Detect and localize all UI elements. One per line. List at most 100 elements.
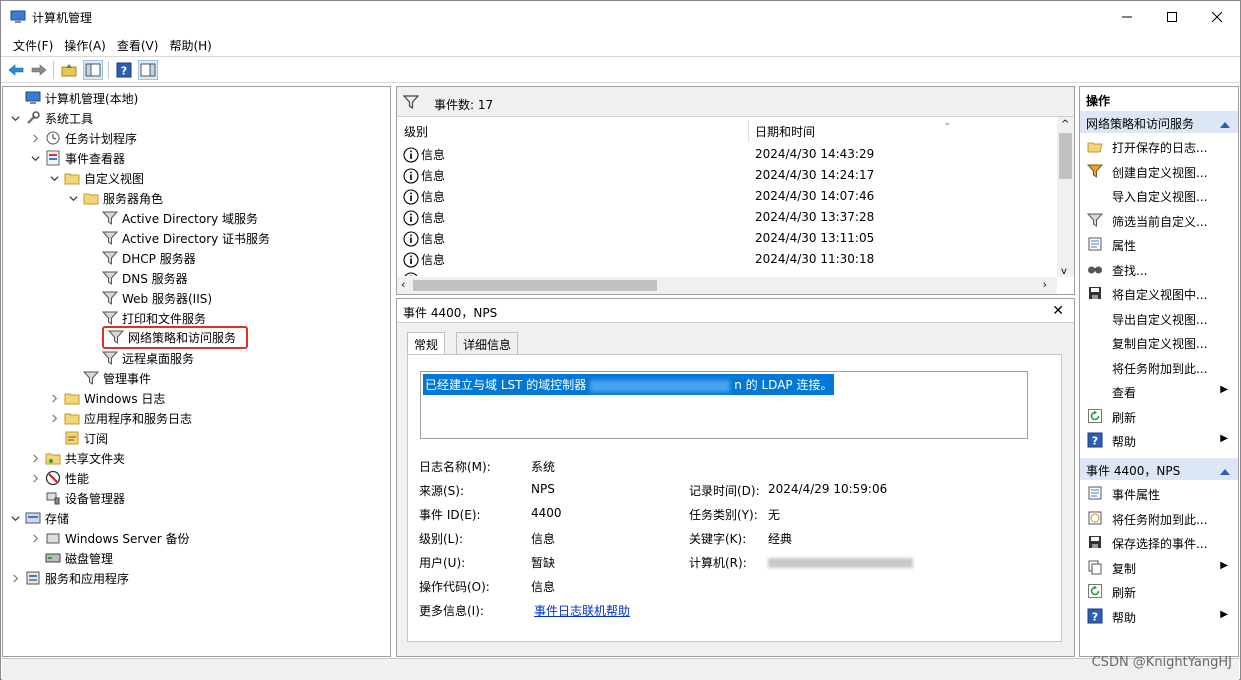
vertical-scrollbar[interactable]: ^ v (1057, 117, 1074, 277)
submenu-arrow-icon: ▶ (1220, 559, 1228, 571)
chevron-right-icon[interactable] (48, 392, 60, 404)
action-item[interactable]: 创建自定义视图... (1080, 159, 1238, 183)
action-item[interactable]: 复制 ▶ (1080, 555, 1238, 579)
chevron-down-icon[interactable] (9, 112, 21, 124)
console-tree[interactable]: 计算机管理(本地) 系统工具 任务计划程序 事件查看器 自定义视图 服务器角色 Active… (2, 86, 391, 657)
filter-icon (102, 270, 118, 286)
show-hide-console-tree-button[interactable] (83, 60, 103, 80)
tree-item[interactable]: 服务和应用程序 (9, 568, 129, 588)
services-icon (25, 570, 41, 586)
actions-section-nps[interactable]: 网络策略和访问服务 (1080, 111, 1238, 133)
tree-item[interactable]: Windows Server 备份 (29, 528, 190, 548)
event-level-text: 信息 (421, 169, 446, 183)
horizontal-scrollbar[interactable]: ‹ › (397, 277, 1057, 294)
tab-general[interactable]: 常规 (407, 332, 446, 356)
scroll-up-icon[interactable]: ^ (1061, 119, 1069, 130)
horizontal-scroll-thumb[interactable] (413, 280, 657, 291)
tree-item[interactable]: 订阅 (48, 428, 108, 448)
chevron-down-icon[interactable] (48, 172, 60, 184)
menu-action[interactable]: 操作(A) (59, 33, 112, 55)
event-row[interactable]: 信息 2024/4/30 14:24:17 (397, 165, 1057, 186)
tree-item[interactable]: 任务计划程序 (29, 128, 137, 148)
help-toolbar-button[interactable]: ? (114, 60, 134, 80)
chevron-right-icon[interactable] (29, 452, 41, 464)
minimize-button[interactable] (1104, 1, 1150, 33)
tree-item[interactable]: 管理事件 (67, 368, 151, 388)
action-item[interactable]: 查看 ▶ (1080, 379, 1238, 403)
action-item[interactable]: 保存选择的事件... (1080, 530, 1238, 554)
up-one-level-button[interactable] (59, 60, 79, 80)
event-row[interactable]: 信息 2024/4/30 14:43:29 (397, 144, 1057, 165)
tree-item[interactable]: 远程桌面服务 (86, 348, 194, 368)
maximize-button[interactable] (1149, 1, 1195, 33)
tree-item[interactable]: 计算机管理(本地) (9, 88, 138, 108)
action-item[interactable]: 刷新 (1080, 579, 1238, 603)
tree-item[interactable]: Windows 日志 (48, 388, 165, 408)
forward-button[interactable] (29, 60, 49, 80)
scroll-down-icon[interactable]: v (1061, 266, 1067, 277)
chevron-down-icon[interactable] (67, 192, 79, 204)
chevron-right-icon[interactable] (29, 532, 41, 544)
tree-item[interactable]: 网络策略和访问服务 (86, 325, 249, 349)
action-item[interactable]: 将任务附加到此... (1080, 355, 1238, 379)
computer-label: 计算机(R): (689, 556, 747, 570)
tree-item[interactable]: 存储 (9, 508, 69, 528)
description-suffix: n 的 LDAP 连接。 (734, 378, 833, 392)
action-item[interactable]: 将自定义视图中... (1080, 281, 1238, 305)
scroll-left-icon[interactable]: ‹ (401, 278, 405, 291)
tree-item[interactable]: DHCP 服务器 (86, 248, 196, 268)
tree-item[interactable]: 共享文件夹 (29, 448, 125, 468)
tree-item[interactable]: 性能 (29, 468, 89, 488)
action-item[interactable]: 事件属性 (1080, 481, 1238, 505)
tree-item[interactable]: 事件查看器 (29, 148, 125, 168)
event-datetime-cell: 2024/4/30 13:37:28 (755, 210, 875, 224)
menu-file[interactable]: 文件(F) (1, 33, 59, 55)
back-button[interactable] (6, 60, 26, 80)
event-row[interactable]: 信息 2024/4/30 14:07:46 (397, 186, 1057, 207)
column-header-level[interactable]: 级别 (397, 120, 749, 142)
tree-item[interactable]: 应用程序和服务日志 (48, 408, 192, 428)
action-item[interactable]: 导入自定义视图... (1080, 183, 1238, 207)
menu-view[interactable]: 查看(V) (112, 33, 165, 55)
chevron-down-icon[interactable] (9, 512, 21, 524)
event-description-box[interactable]: 已经建立与域 LST 的域控制器 n 的 LDAP 连接。 (420, 371, 1028, 439)
event-row[interactable]: 信息 2024/4/30 13:11:05 (397, 228, 1057, 249)
show-hide-action-pane-button[interactable] (138, 60, 158, 80)
scroll-right-icon[interactable]: › (1043, 278, 1047, 291)
vertical-scroll-thumb[interactable] (1059, 133, 1072, 179)
action-item[interactable]: ? 帮助 ▶ (1080, 428, 1238, 452)
tree-item[interactable]: 设备管理器 (29, 488, 125, 508)
menu-help[interactable]: 帮助(H) (164, 33, 217, 55)
event-log-online-help-link[interactable]: 事件日志联机帮助 (534, 602, 630, 619)
tree-item[interactable]: DNS 服务器 (86, 268, 188, 288)
tab-details[interactable]: 详细信息 (456, 332, 519, 354)
tree-item[interactable]: 自定义视图 (48, 168, 144, 188)
close-detail-icon[interactable]: ✕ (1052, 303, 1064, 319)
close-button[interactable] (1194, 1, 1240, 33)
event-row[interactable]: 信息 2024/4/30 11:30:18 (397, 249, 1057, 270)
column-header-datetime[interactable]: 日期和时间 ⌄ (750, 118, 1057, 142)
action-item[interactable]: 查找... (1080, 257, 1238, 281)
tree-item[interactable]: 服务器角色 (67, 188, 163, 208)
action-item[interactable]: 复制自定义视图... (1080, 330, 1238, 354)
action-item[interactable]: 属性 (1080, 232, 1238, 256)
event-row[interactable]: 信息 2024/4/30 13:37:28 (397, 207, 1057, 228)
actions-section-event[interactable]: 事件 4400，NPS (1080, 458, 1238, 480)
action-item[interactable]: 将任务附加到此... (1080, 506, 1238, 530)
action-item[interactable]: 筛选当前自定义... (1080, 208, 1238, 232)
tree-item[interactable]: Active Directory 证书服务 (86, 228, 270, 248)
chevron-right-icon[interactable] (29, 472, 41, 484)
chevron-right-icon[interactable] (9, 572, 21, 584)
tree-item[interactable]: 系统工具 (9, 108, 93, 128)
chevron-right-icon[interactable] (48, 412, 60, 424)
tree-item[interactable]: Active Directory 域服务 (86, 208, 258, 228)
tree-item[interactable]: 磁盘管理 (29, 548, 113, 568)
action-item[interactable]: 刷新 (1080, 404, 1238, 428)
action-item[interactable]: ? 帮助 ▶ (1080, 604, 1238, 628)
event-id-label: 事件 ID(E): (419, 508, 481, 522)
chevron-right-icon[interactable] (29, 132, 41, 144)
chevron-down-icon[interactable] (29, 152, 41, 164)
action-item[interactable]: 打开保存的日志... (1080, 134, 1238, 158)
tree-item[interactable]: Web 服务器(IIS) (86, 288, 212, 308)
action-item[interactable]: 导出自定义视图... (1080, 306, 1238, 330)
